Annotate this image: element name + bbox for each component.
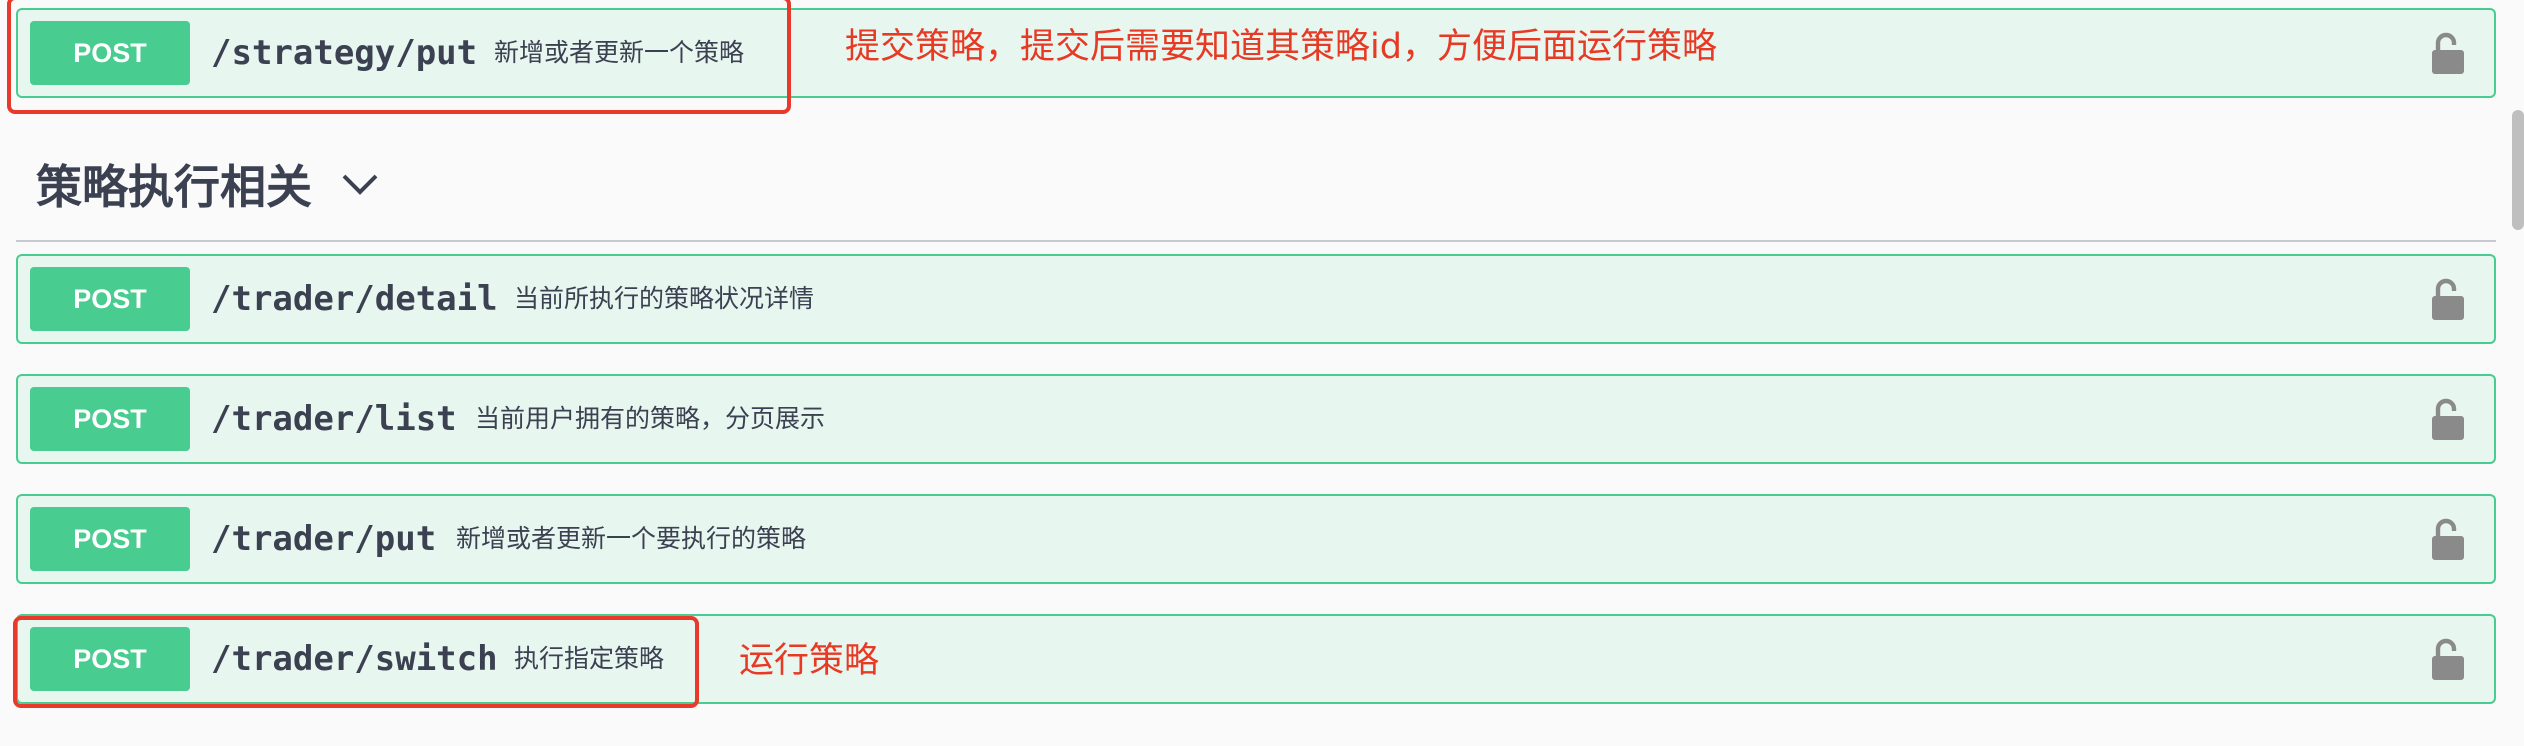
opblock-trader-list[interactable]: POST /trader/list 当前用户拥有的策略，分页展示: [16, 374, 2496, 464]
method-badge: POST: [30, 387, 190, 451]
endpoint-path: /trader/put: [211, 519, 437, 559]
chevron-down-icon[interactable]: [340, 166, 380, 202]
annotation-box-strategy-put: [7, 0, 791, 114]
swagger-page: POST /strategy/put 新增或者更新一个策略 策略执行相关 POS…: [0, 0, 2524, 746]
scrollbar-thumb[interactable]: [2512, 110, 2524, 230]
unlocked-padlock-icon[interactable]: [2428, 638, 2468, 682]
method-badge: POST: [30, 507, 190, 571]
annotation-box-trader-switch: [13, 616, 699, 708]
section-title[interactable]: 策略执行相关: [36, 152, 312, 222]
method-badge: POST: [30, 267, 190, 331]
unlocked-padlock-icon[interactable]: [2428, 32, 2468, 76]
endpoint-path: /trader/list: [211, 399, 457, 439]
endpoint-path: /trader/detail: [211, 279, 498, 319]
section-divider: [16, 240, 2496, 242]
endpoint-summary: 当前所执行的策略状况详情: [514, 284, 815, 313]
opblock-trader-put[interactable]: POST /trader/put 新增或者更新一个要执行的策略: [16, 494, 2496, 584]
annotation-text-switch: 运行策略: [739, 641, 880, 681]
unlocked-padlock-icon[interactable]: [2428, 278, 2468, 322]
endpoint-summary: 当前用户拥有的策略，分页展示: [475, 404, 826, 433]
unlocked-padlock-icon[interactable]: [2428, 518, 2468, 562]
unlocked-padlock-icon[interactable]: [2428, 398, 2468, 442]
annotation-text-top: 提交策略，提交后需要知道其策略id，方便后面运行策略: [845, 27, 1717, 67]
endpoint-summary: 新增或者更新一个要执行的策略: [456, 524, 807, 553]
opblock-trader-detail[interactable]: POST /trader/detail 当前所执行的策略状况详情: [16, 254, 2496, 344]
